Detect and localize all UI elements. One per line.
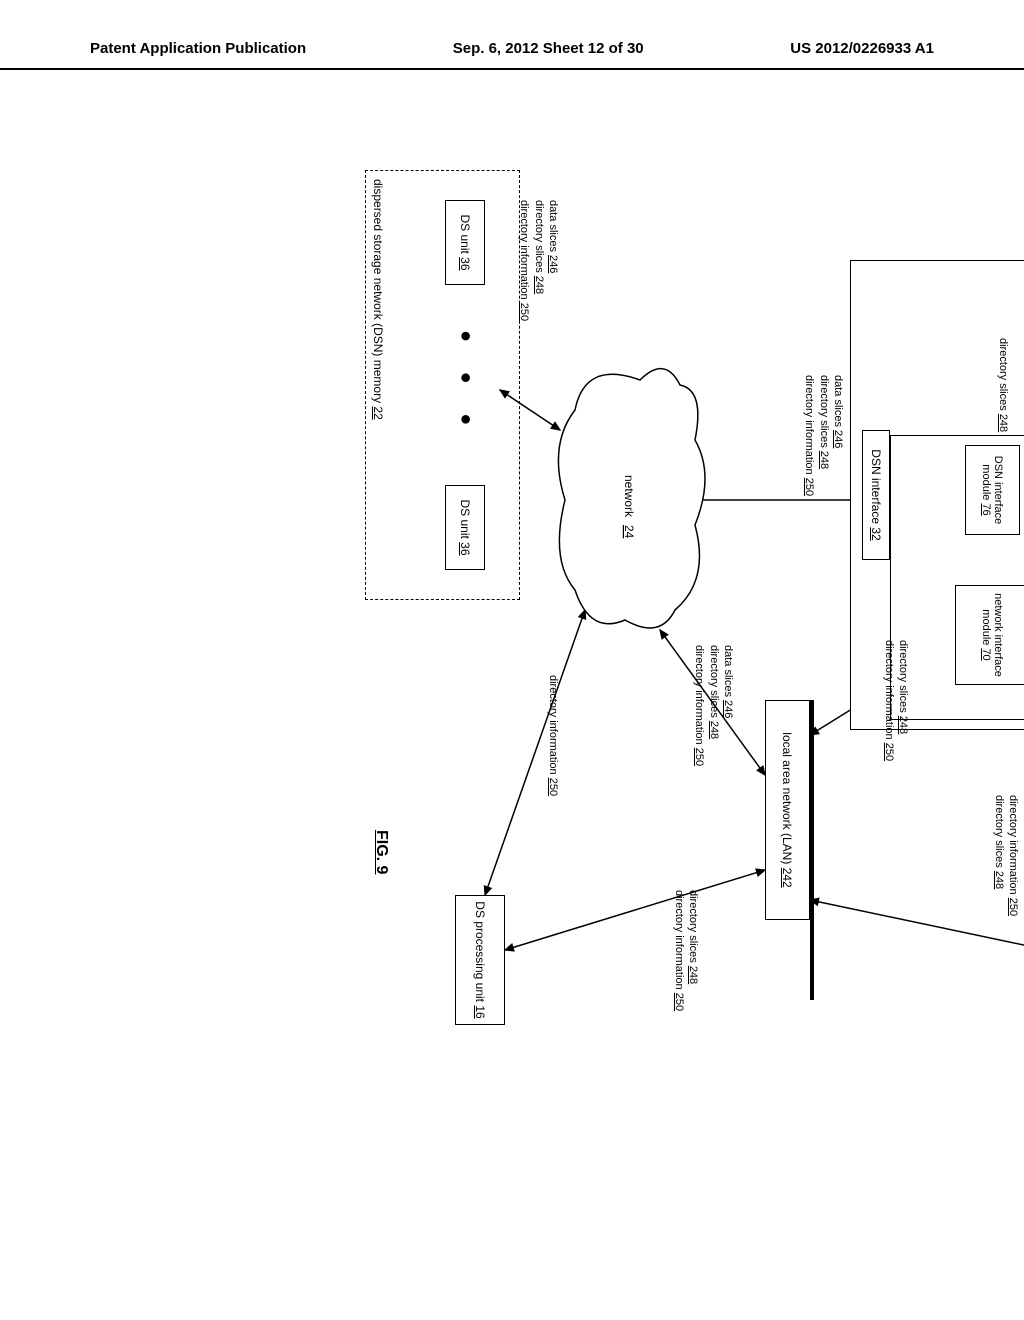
flow-label-cache: directory slices 248	[996, 338, 1010, 432]
ellipsis-dots: ● ● ●	[454, 330, 477, 437]
page-header: Patent Application Publication Sep. 6, 2…	[0, 40, 1024, 70]
flow-label-dirserver: directory information 250 directory slic…	[991, 795, 1020, 916]
ds-unit-1-box: DS unit 36	[445, 200, 485, 285]
dsn-interface-box: DSN interface 32	[862, 430, 890, 560]
dsn-interface-module-box: DSN interface module 76	[965, 445, 1020, 535]
flow-label-net-ds2: directory information 250	[546, 675, 560, 796]
flow-label-lan-net: data slices 246 directory slices 248 dir…	[692, 645, 735, 766]
svg-text:24: 24	[622, 525, 636, 539]
diagram: network 24 DS processing unit 16 computi…	[0, 300, 1024, 1100]
flow-label-lan-1: directory slices 248 directory informati…	[881, 640, 910, 761]
ds-unit-2-label: DS unit 36	[458, 499, 472, 555]
dsn-memory-label: dispersed storage network (DSN) memory 2…	[371, 179, 385, 420]
header-center: Sep. 6, 2012 Sheet 12 of 30	[453, 40, 644, 63]
network-label: network	[622, 475, 636, 518]
dsn-interface-label: DSN interface 32	[869, 449, 883, 540]
lan-label: local area network (LAN) 242	[781, 732, 795, 887]
lan-box: local area network (LAN) 242	[765, 700, 810, 920]
dsn-memory-box: dispersed storage network (DSN) memory 2…	[365, 170, 520, 600]
flow-label-net-dsn: data slices 246 directory slices 248 dir…	[517, 200, 560, 321]
network-interface-module-label: network interface module 70	[981, 588, 1005, 682]
network-interface-module-box: network interface module 70	[955, 585, 1024, 685]
ds-processing-unit-2-box: DS processing unit 16	[455, 895, 505, 1025]
header-right: US 2012/0226933 A1	[790, 40, 934, 63]
header-left: Patent Application Publication	[90, 40, 306, 63]
flow-label-dsn-1: data slices 246 directory slices 248 dir…	[802, 375, 845, 496]
figure-label: FIG. 9	[372, 830, 390, 874]
ds-processing-unit-2-label: DS processing unit 16	[473, 901, 487, 1018]
ds-unit-1-label: DS unit 36	[458, 214, 472, 270]
ds-unit-2-box: DS unit 36	[445, 485, 485, 570]
dsn-interface-module-label: DSN interface module 76	[981, 448, 1005, 532]
flow-label-lan-ds2: directory slices 248 directory informati…	[671, 890, 700, 1011]
